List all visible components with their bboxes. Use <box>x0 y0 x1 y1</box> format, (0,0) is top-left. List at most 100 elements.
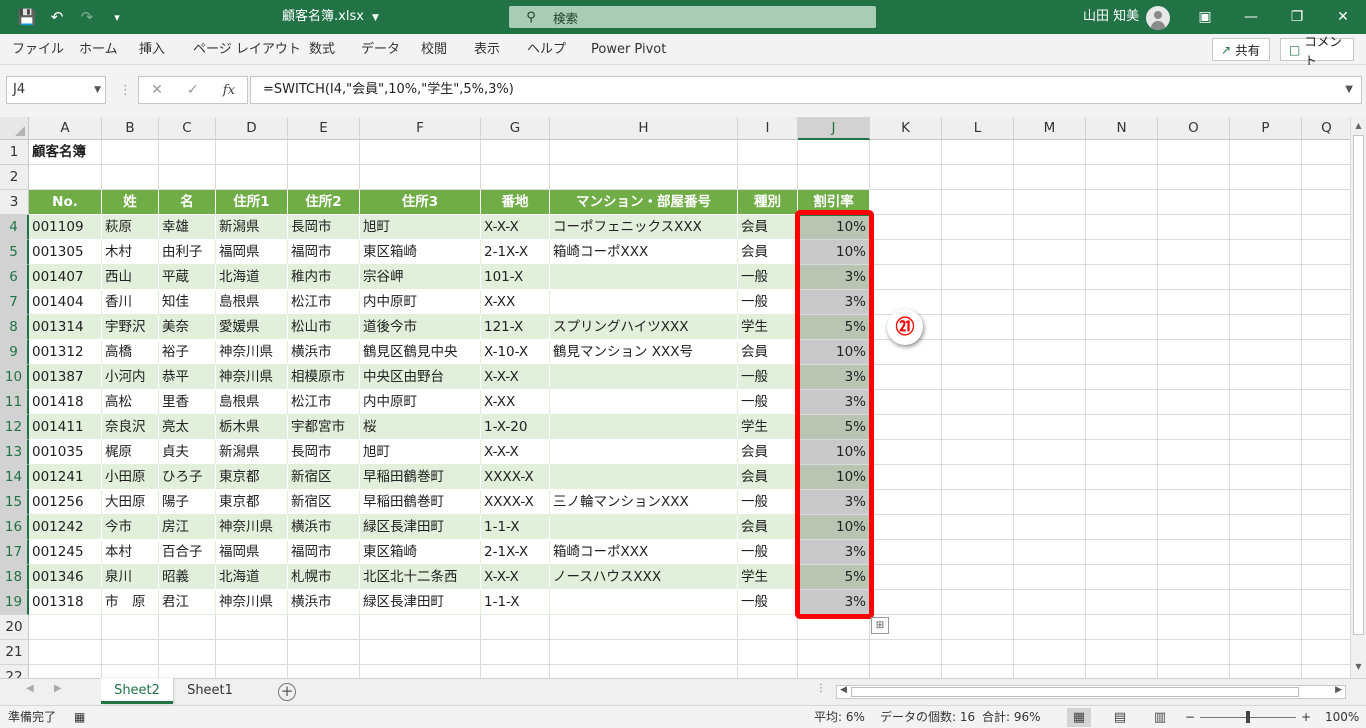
table-cell[interactable]: スプリングハイツXXX <box>550 315 738 340</box>
column-header-g[interactable]: G <box>481 117 550 140</box>
name-box[interactable]: J4 ▼ <box>6 76 106 104</box>
table-cell[interactable]: 横浜市 <box>288 590 360 615</box>
table-cell[interactable]: 一般 <box>738 540 798 565</box>
cell-o2[interactable] <box>1158 165 1230 190</box>
table-cell[interactable]: 一般 <box>738 365 798 390</box>
cell-i20[interactable] <box>738 615 798 640</box>
cell-l15[interactable] <box>942 490 1014 515</box>
cell-l5[interactable] <box>942 240 1014 265</box>
table-cell[interactable] <box>550 265 738 290</box>
table-cell[interactable]: 001035 <box>29 440 102 465</box>
column-header-i[interactable]: I <box>738 117 798 140</box>
table-cell[interactable]: 001245 <box>29 540 102 565</box>
tab-data[interactable]: データ <box>361 34 400 65</box>
cell-l14[interactable] <box>942 465 1014 490</box>
table-cell[interactable]: 今市 <box>102 515 159 540</box>
cell-n7[interactable] <box>1086 290 1158 315</box>
table-cell[interactable]: 北区北十二条西 <box>360 565 481 590</box>
cell-e22[interactable] <box>288 665 360 678</box>
discount-rate-cell[interactable]: 3% <box>798 590 870 615</box>
table-cell[interactable]: 宇都宮市 <box>288 415 360 440</box>
search-box[interactable]: ⚲ 検索 <box>509 6 876 28</box>
table-cell[interactable]: 福岡県 <box>216 240 288 265</box>
cell-p1[interactable] <box>1230 140 1302 165</box>
cell-p10[interactable] <box>1230 365 1302 390</box>
table-cell[interactable]: 一般 <box>738 290 798 315</box>
row-header-1[interactable]: 1 <box>0 140 29 165</box>
cell-p12[interactable] <box>1230 415 1302 440</box>
cell-k2[interactable] <box>870 165 942 190</box>
table-cell[interactable]: 1-1-X <box>481 590 550 615</box>
cell-h22[interactable] <box>550 665 738 678</box>
table-cell[interactable]: 三ノ輪マンションXXX <box>550 490 738 515</box>
cell-q15[interactable] <box>1302 490 1350 515</box>
cell-k18[interactable] <box>870 565 942 590</box>
cell-f1[interactable] <box>360 140 481 165</box>
formula-input[interactable]: =SWITCH(I4,"会員",10%,"学生",5%,3%) ▼ <box>250 76 1362 104</box>
status-count[interactable]: データの個数: 16 <box>880 706 975 728</box>
cell-k15[interactable] <box>870 490 942 515</box>
cell-c22[interactable] <box>159 665 216 678</box>
cell-n21[interactable] <box>1086 640 1158 665</box>
cell-n8[interactable] <box>1086 315 1158 340</box>
table-cell[interactable]: 道後今市 <box>360 315 481 340</box>
cell-k14[interactable] <box>870 465 942 490</box>
column-header-b[interactable]: B <box>102 117 159 140</box>
cell-n14[interactable] <box>1086 465 1158 490</box>
tab-review[interactable]: 校閲 <box>421 34 447 65</box>
tab-insert[interactable]: 挿入 <box>139 34 165 65</box>
cell-q17[interactable] <box>1302 540 1350 565</box>
zoom-level[interactable]: 100% <box>1325 706 1359 728</box>
table-cell[interactable]: 東区箱崎 <box>360 240 481 265</box>
row-header-16[interactable]: 16 <box>0 515 29 540</box>
row-header-21[interactable]: 21 <box>0 640 29 665</box>
table-cell[interactable]: 神奈川県 <box>216 515 288 540</box>
next-sheet-icon[interactable]: ▶ <box>54 683 62 694</box>
cell-m14[interactable] <box>1014 465 1086 490</box>
table-cell[interactable]: 東区箱崎 <box>360 540 481 565</box>
cell-m8[interactable] <box>1014 315 1086 340</box>
discount-rate-cell[interactable]: 3% <box>798 290 870 315</box>
cell-p13[interactable] <box>1230 440 1302 465</box>
sheet-tab-sheet2[interactable]: Sheet2 <box>101 678 173 704</box>
table-header-f[interactable]: 住所3 <box>360 190 481 215</box>
cell-f20[interactable] <box>360 615 481 640</box>
cell-o18[interactable] <box>1158 565 1230 590</box>
macro-record-icon[interactable]: ▦ <box>74 706 85 728</box>
minimize-icon[interactable]: — <box>1228 0 1274 34</box>
table-cell[interactable]: 101-X <box>481 265 550 290</box>
cell-k16[interactable] <box>870 515 942 540</box>
scroll-left-icon[interactable]: ◀ <box>840 685 847 695</box>
cell-l7[interactable] <box>942 290 1014 315</box>
column-header-j[interactable]: J <box>798 117 870 140</box>
table-cell[interactable]: 島根県 <box>216 290 288 315</box>
cell-l13[interactable] <box>942 440 1014 465</box>
cell-m17[interactable] <box>1014 540 1086 565</box>
table-cell[interactable]: 神奈川県 <box>216 590 288 615</box>
table-cell[interactable]: 北海道 <box>216 265 288 290</box>
table-cell[interactable]: X-X-X <box>481 365 550 390</box>
tab-help[interactable]: ヘルプ <box>527 34 566 65</box>
cell-p3[interactable] <box>1230 190 1302 215</box>
column-header-d[interactable]: D <box>216 117 288 140</box>
table-cell[interactable]: 箱崎コーポXXX <box>550 240 738 265</box>
zoom-in-icon[interactable]: + <box>1301 706 1311 728</box>
cell-c20[interactable] <box>159 615 216 640</box>
table-cell[interactable]: 萩原 <box>102 215 159 240</box>
table-cell[interactable]: 由利子 <box>159 240 216 265</box>
cell-o1[interactable] <box>1158 140 1230 165</box>
discount-rate-cell[interactable]: 10% <box>798 340 870 365</box>
cell-m11[interactable] <box>1014 390 1086 415</box>
table-header-b[interactable]: 姓 <box>102 190 159 215</box>
cell-p18[interactable] <box>1230 565 1302 590</box>
table-cell[interactable] <box>550 440 738 465</box>
table-cell[interactable]: 昭義 <box>159 565 216 590</box>
cell-m22[interactable] <box>1014 665 1086 678</box>
table-cell[interactable]: 百合子 <box>159 540 216 565</box>
table-cell[interactable]: 一般 <box>738 390 798 415</box>
table-cell[interactable]: 美奈 <box>159 315 216 340</box>
table-cell[interactable]: 001242 <box>29 515 102 540</box>
table-cell[interactable]: 旭町 <box>360 440 481 465</box>
chevron-down-icon[interactable]: ▼ <box>94 77 101 103</box>
cell-q22[interactable] <box>1302 665 1350 678</box>
